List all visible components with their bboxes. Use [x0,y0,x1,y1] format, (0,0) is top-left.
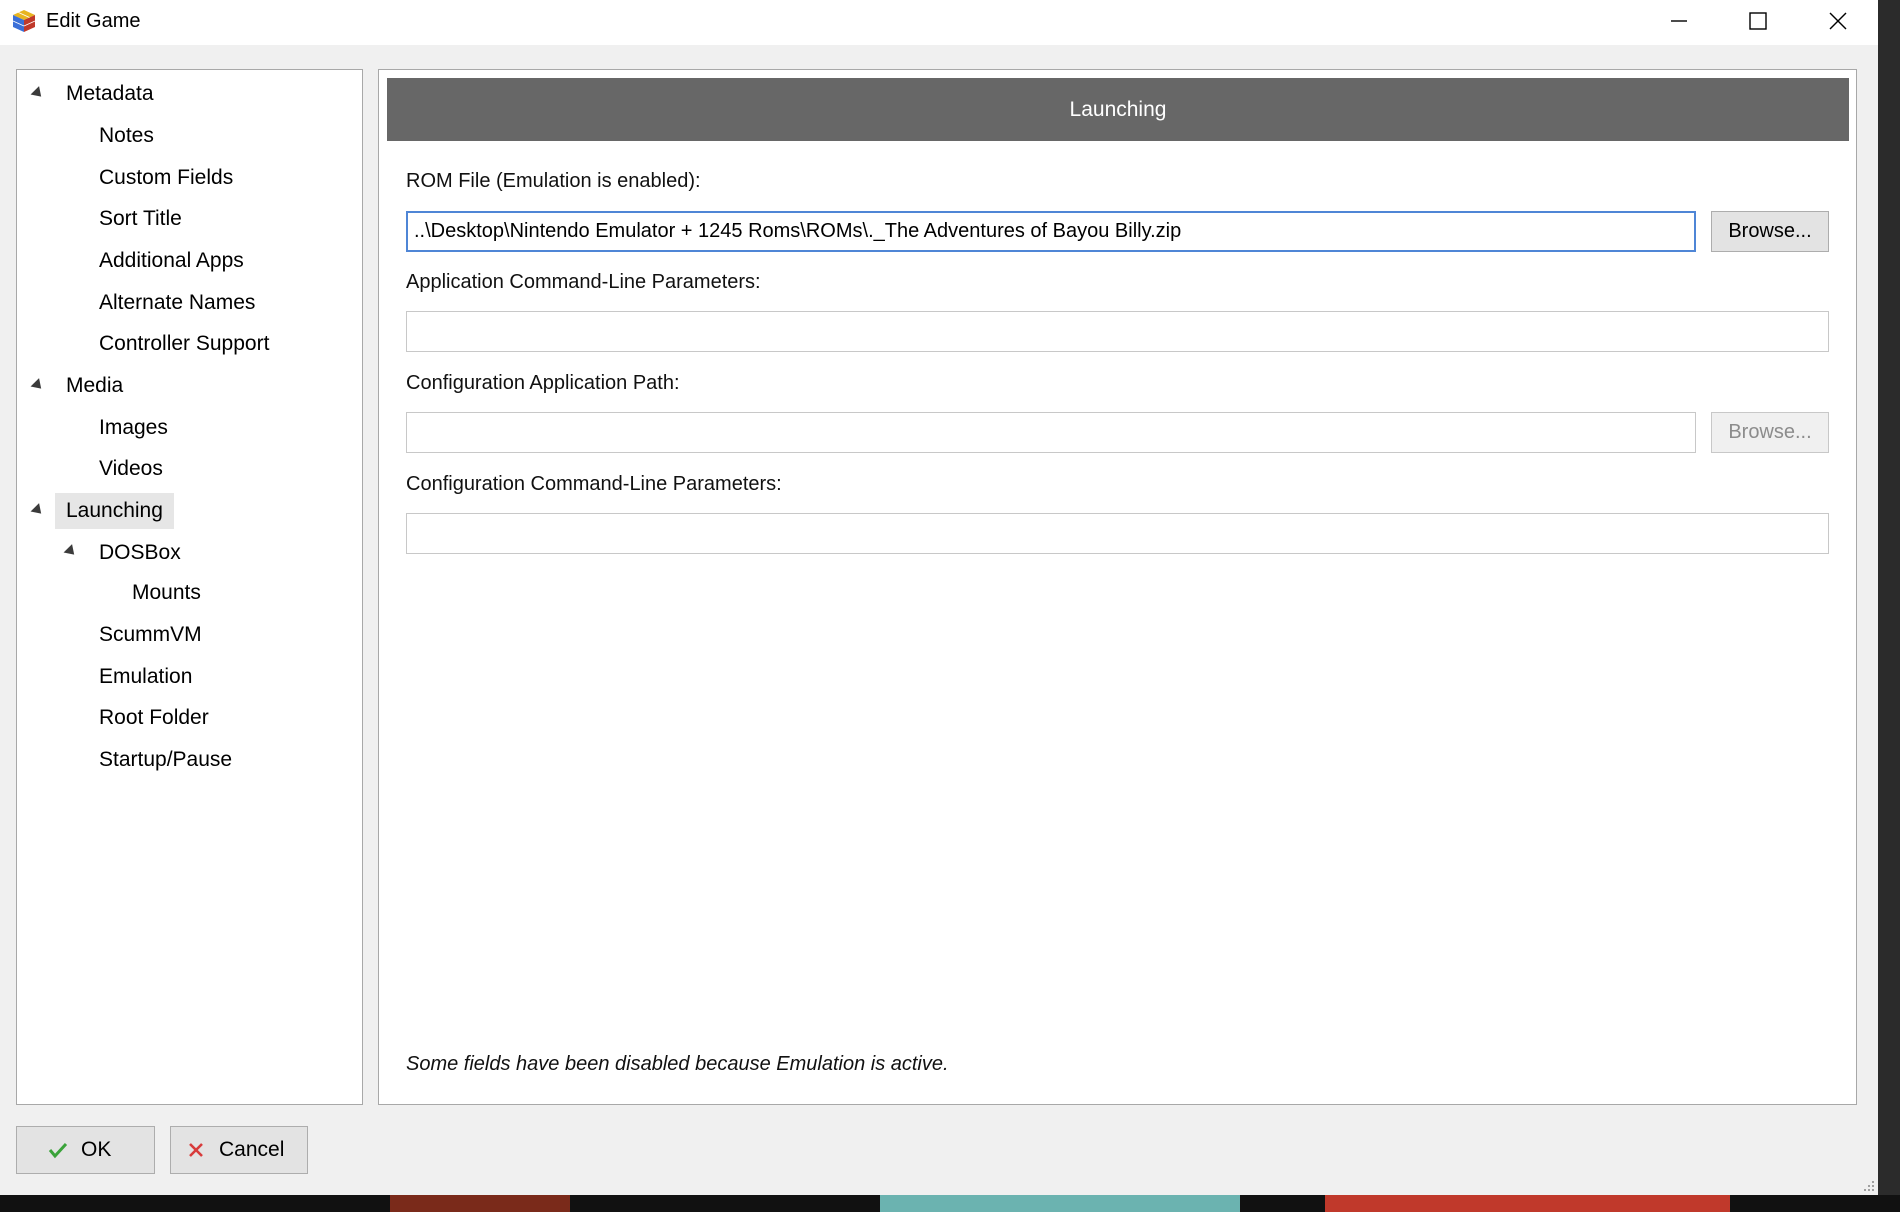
navigation-tree: Metadata Notes Custom Fields Sort Title … [16,69,363,1105]
cancel-x-icon [185,1139,207,1161]
config-path-label: Configuration Application Path: [406,372,680,394]
checkmark-icon [47,1139,69,1161]
tree-item-additional-apps[interactable]: Additional Apps [99,243,244,279]
config-path-input[interactable] [406,412,1696,453]
tree-item-dosbox[interactable]: DOSBox [99,535,181,571]
expand-arrow-icon[interactable] [30,378,46,393]
section-header: Launching [387,78,1849,141]
cancel-button[interactable]: Cancel [170,1126,308,1174]
tree-item-controller-support[interactable]: Controller Support [99,326,269,362]
tree-item-startup-pause[interactable]: Startup/Pause [99,742,232,778]
expand-arrow-icon[interactable] [63,544,79,559]
ok-button[interactable]: OK [16,1126,155,1174]
minimize-icon [1671,20,1687,22]
rom-browse-button[interactable]: Browse... [1711,211,1829,252]
tree-item-mounts[interactable]: Mounts [132,575,201,611]
background-app-edge [1878,0,1900,1212]
tree-item-images[interactable]: Images [99,410,168,446]
tree-item-metadata[interactable]: Metadata [66,76,154,112]
close-icon [1829,12,1847,30]
ok-label: OK [81,1138,112,1161]
tree-item-media[interactable]: Media [66,368,123,404]
tree-item-scummvm[interactable]: ScummVM [99,617,202,653]
resize-grip-icon[interactable] [1860,1177,1876,1193]
maximize-button[interactable] [1719,0,1797,42]
tree-item-alternate-names[interactable]: Alternate Names [99,285,255,321]
minimize-button[interactable] [1640,0,1718,42]
tree-item-emulation[interactable]: Emulation [99,659,192,695]
emulation-notice: Some fields have been disabled because E… [406,1053,949,1075]
edit-game-dialog: Edit Game Metadata Notes Custom Fields S… [0,0,1878,1195]
close-button[interactable] [1799,0,1877,42]
rom-file-input[interactable]: ..\Desktop\Nintendo Emulator + 1245 Roms… [406,211,1696,252]
config-browse-button[interactable]: Browse... [1711,412,1829,453]
config-params-label: Configuration Command-Line Parameters: [406,473,782,495]
app-cube-icon [12,10,36,32]
window-title: Edit Game [46,10,141,32]
tree-item-custom-fields[interactable]: Custom Fields [99,160,233,196]
rom-file-label: ROM File (Emulation is enabled): [406,170,701,192]
app-params-label: Application Command-Line Parameters: [406,271,761,293]
config-params-input[interactable] [406,513,1829,554]
background-app-strip [0,1195,1900,1212]
title-bar: Edit Game [0,0,1878,45]
tree-item-videos[interactable]: Videos [99,451,163,487]
launching-panel: Launching ROM File (Emulation is enabled… [378,69,1857,1105]
maximize-icon [1749,12,1767,30]
tree-item-notes[interactable]: Notes [99,118,154,154]
tree-item-launching[interactable]: Launching [55,493,174,529]
expand-arrow-icon[interactable] [30,86,46,101]
tree-item-root-folder[interactable]: Root Folder [99,700,209,736]
cancel-label: Cancel [219,1138,285,1161]
expand-arrow-icon[interactable] [30,503,46,518]
tree-item-sort-title[interactable]: Sort Title [99,201,182,237]
app-params-input[interactable] [406,311,1829,352]
